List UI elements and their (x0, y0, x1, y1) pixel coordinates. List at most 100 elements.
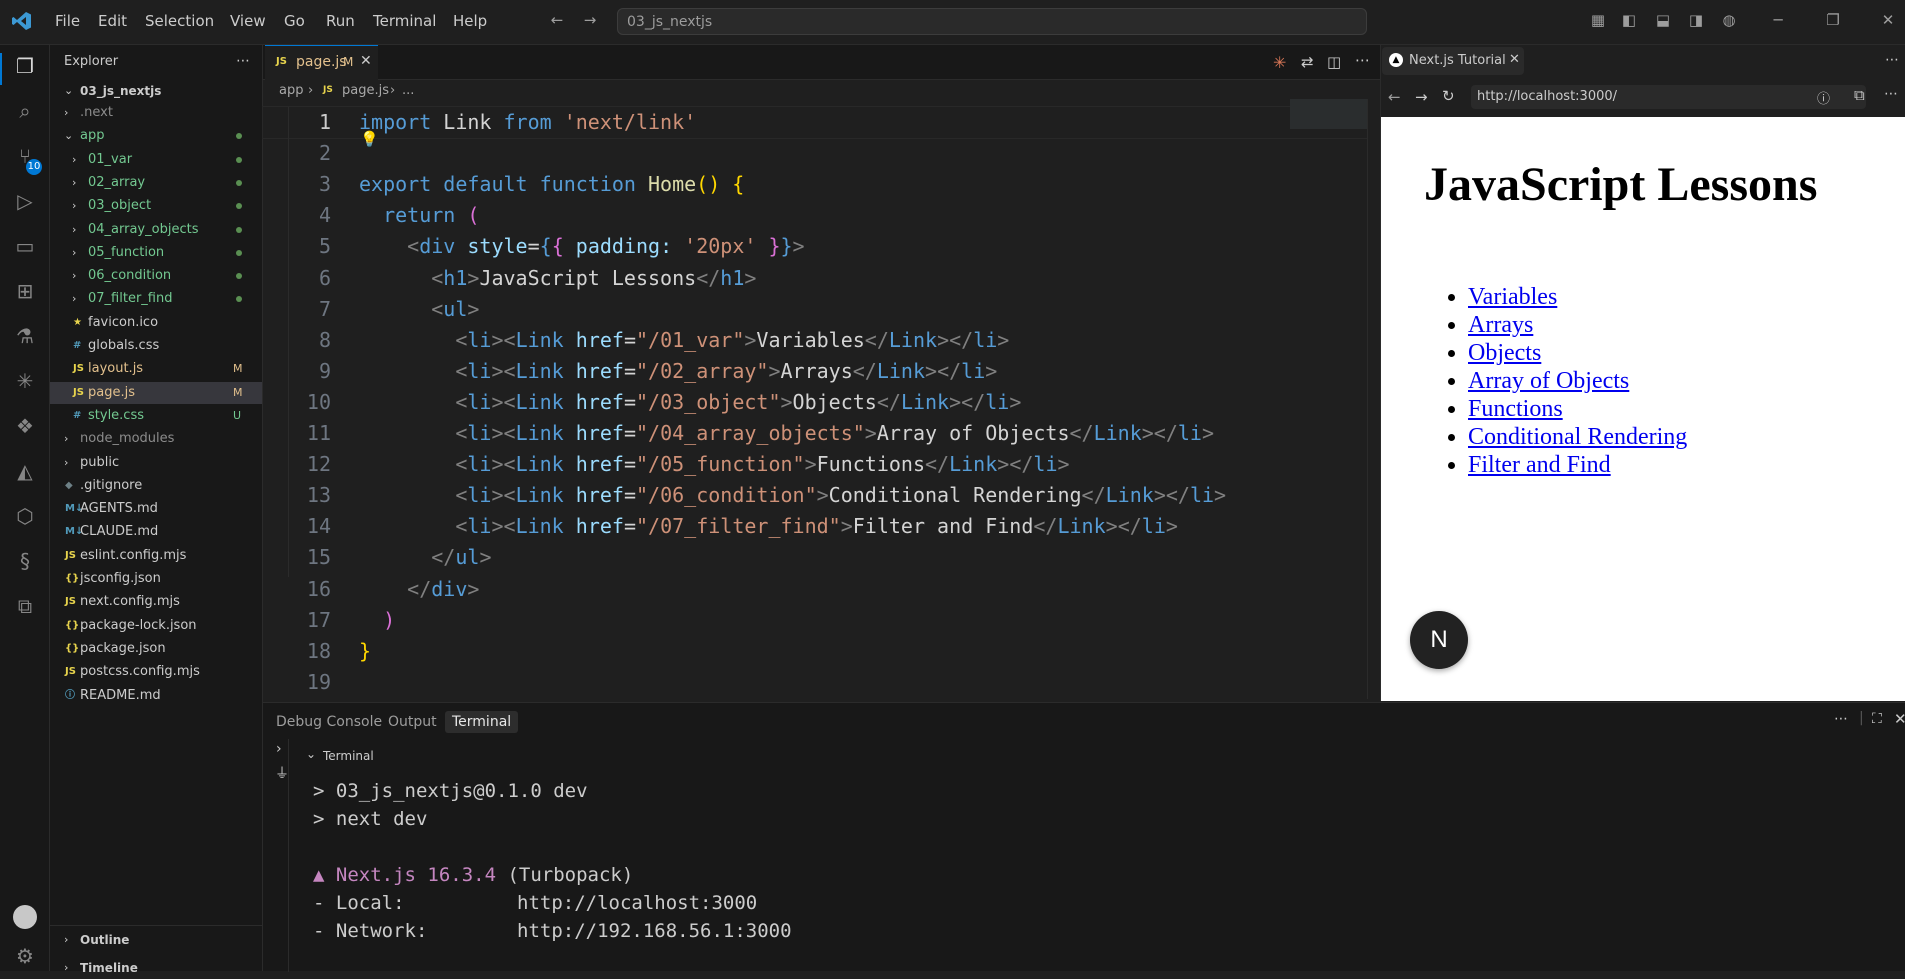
tree-item[interactable]: › 04_array_objects (50, 219, 262, 241)
tree-item[interactable]: {} jsconfig.json (50, 568, 262, 590)
toggle-panel-icon[interactable]: ⬓ (1655, 12, 1671, 28)
remote-explorer-icon[interactable]: ▭ (12, 233, 38, 259)
forward-arrow-icon[interactable]: → (582, 12, 598, 28)
editor-more-icon[interactable]: ⋯ (1355, 51, 1370, 69)
menu-view[interactable]: View (230, 12, 266, 30)
tree-item[interactable]: › 07_filter_find (50, 288, 262, 310)
browser-tab-close-icon[interactable]: ✕ (1509, 52, 1520, 67)
menu-terminal[interactable]: Terminal (373, 12, 436, 30)
code-line[interactable]: 7 <ul> (263, 294, 1373, 325)
local-url[interactable]: http://localhost:3000 (517, 892, 757, 914)
tree-item[interactable]: ⌄ app (50, 125, 262, 147)
browser-forward-icon[interactable]: → (1415, 88, 1428, 106)
tree-item[interactable]: JS postcss.config.mjs (50, 661, 262, 683)
browser-reload-icon[interactable]: ↻ (1442, 87, 1455, 105)
lesson-link[interactable]: Functions (1468, 396, 1563, 422)
back-arrow-icon[interactable]: ← (549, 12, 565, 28)
compare-changes-icon[interactable]: ⇄ (1301, 53, 1314, 71)
toggle-secondary-sidebar-icon[interactable]: ◨ (1688, 12, 1704, 28)
url-more-icon[interactable]: ⋯ (1884, 86, 1898, 102)
code-line[interactable]: 5 <div style={{ padding: '20px' }}> (263, 231, 1373, 262)
figma-icon[interactable]: ❖ (12, 413, 38, 439)
panel-more-icon[interactable]: ⋯ (1834, 711, 1848, 727)
browser-url-bar[interactable]: http://localhost:3000/ ⓘ (1471, 85, 1866, 109)
code-line[interactable]: 16 </div> (263, 574, 1373, 605)
minimap[interactable] (1290, 99, 1368, 129)
globe-icon[interactable]: ◍ (1721, 12, 1737, 28)
tree-item[interactable]: {} package.json (50, 638, 262, 660)
tree-item[interactable]: ⓘ README.md (50, 685, 262, 707)
command-center[interactable]: 03_js_nextjs (617, 8, 1367, 35)
chevron-down-icon[interactable]: ⌄ (306, 747, 316, 761)
breadcrumb-more[interactable]: ... (402, 83, 414, 98)
plug-icon[interactable]: ⏚ (275, 763, 289, 783)
code-line[interactable]: 15 </ul> (263, 542, 1373, 573)
network-url[interactable]: http://192.168.56.1:3000 (517, 920, 792, 942)
menu-run[interactable]: Run (326, 12, 355, 30)
lesson-link[interactable]: Conditional Rendering (1468, 424, 1687, 450)
split-editor-icon[interactable]: ◫ (1327, 53, 1341, 71)
tree-item[interactable]: › 01_var (50, 149, 262, 171)
search-icon[interactable]: ⌕ (12, 98, 38, 124)
tab-close-icon[interactable]: ✕ (360, 53, 372, 69)
code-line[interactable]: 13 <li><Link href="/06_condition">Condit… (263, 480, 1373, 511)
browser-tab[interactable]: ▲ Next.js Tutorial ✕ (1382, 47, 1524, 75)
code-line[interactable]: 6 <h1>JavaScript Lessons</h1> (263, 263, 1373, 294)
python-icon[interactable]: § (12, 548, 38, 574)
code-line[interactable]: 18} (263, 636, 1373, 667)
lesson-link[interactable]: Array of Objects (1468, 368, 1629, 394)
info-icon[interactable]: ⓘ (1817, 88, 1830, 107)
tree-item[interactable]: › .next (50, 102, 262, 124)
claude-spark-icon[interactable]: ✳ (12, 368, 38, 394)
lesson-link[interactable]: Arrays (1468, 312, 1533, 338)
panel-tab-debug-console[interactable]: Debug Console (276, 714, 382, 730)
close-window-icon[interactable]: ✕ (1880, 12, 1896, 28)
tree-item[interactable]: › node_modules (50, 428, 262, 450)
more-actions-icon[interactable]: ⋯ (236, 53, 250, 69)
tree-item[interactable]: ◆ .gitignore (50, 475, 262, 497)
code-line[interactable]: 14 <li><Link href="/07_filter_find">Filt… (263, 511, 1373, 542)
explorer-files-icon[interactable]: ❐ (12, 53, 38, 79)
code-line[interactable]: 10 <li><Link href="/03_object">Objects</… (263, 387, 1373, 418)
lightbulb-icon[interactable]: 💡 (360, 130, 379, 148)
account-avatar[interactable] (13, 905, 37, 929)
tree-item[interactable]: ★ favicon.ico (50, 312, 262, 334)
restore-icon[interactable]: ❐ (1825, 12, 1841, 28)
tree-item[interactable]: › 06_condition (50, 265, 262, 287)
menu-file[interactable]: File (55, 12, 80, 30)
tree-item[interactable]: JS eslint.config.mjs (50, 545, 262, 567)
customize-layout-icon[interactable]: ▦ (1590, 12, 1606, 28)
container-box-icon[interactable]: ⬡ (12, 503, 38, 529)
tree-item[interactable]: › public (50, 452, 262, 474)
maximize-panel-icon[interactable]: ⛶ (1872, 711, 1882, 727)
extensions-icon[interactable]: ⊞ (12, 278, 38, 304)
panel-tab-terminal[interactable]: Terminal (445, 711, 519, 733)
code-line[interactable]: 4 return ( (263, 200, 1373, 231)
breadcrumb-file[interactable]: page.js (342, 83, 389, 98)
settings-gear-icon[interactable]: ⚙ (12, 943, 38, 969)
code-line[interactable]: 1 import Link from 'next/link' (262, 106, 1374, 139)
nextjs-dev-badge[interactable]: N (1410, 611, 1468, 669)
menu-go[interactable]: Go (284, 12, 305, 30)
tree-item[interactable]: › 02_array (50, 172, 262, 194)
browser-more-icon[interactable]: ⋯ (1885, 52, 1899, 68)
editor-scrollbar[interactable] (1367, 99, 1375, 699)
tree-item[interactable]: M↓ CLAUDE.md (50, 521, 262, 543)
remote-window-icon[interactable]: ⧉ (12, 593, 38, 619)
tree-item[interactable]: # globals.css (50, 335, 262, 357)
menu-edit[interactable]: Edit (98, 12, 127, 30)
minimize-icon[interactable]: ─ (1770, 12, 1786, 28)
code-line[interactable]: 11 <li><Link href="/04_array_objects">Ar… (263, 418, 1373, 449)
run-debug-icon[interactable]: ▷ (12, 188, 38, 214)
chevron-right-icon[interactable]: › (276, 741, 282, 757)
timeline-section[interactable]: › Timeline (50, 957, 262, 979)
lesson-link[interactable]: Filter and Find (1468, 452, 1611, 478)
tree-item[interactable]: › 03_object (50, 195, 262, 217)
code-line[interactable]: 8 <li><Link href="/01_var">Variables</Li… (263, 325, 1373, 356)
tree-item[interactable]: JS page.js M (50, 381, 262, 404)
code-line[interactable]: 2 (263, 138, 1373, 169)
tree-root[interactable]: ⌄ 03_js_nextjs (50, 80, 262, 102)
tree-item[interactable]: JS layout.js M (50, 358, 262, 380)
menu-selection[interactable]: Selection (145, 12, 214, 30)
testing-flask-icon[interactable]: ⚗ (12, 323, 38, 349)
